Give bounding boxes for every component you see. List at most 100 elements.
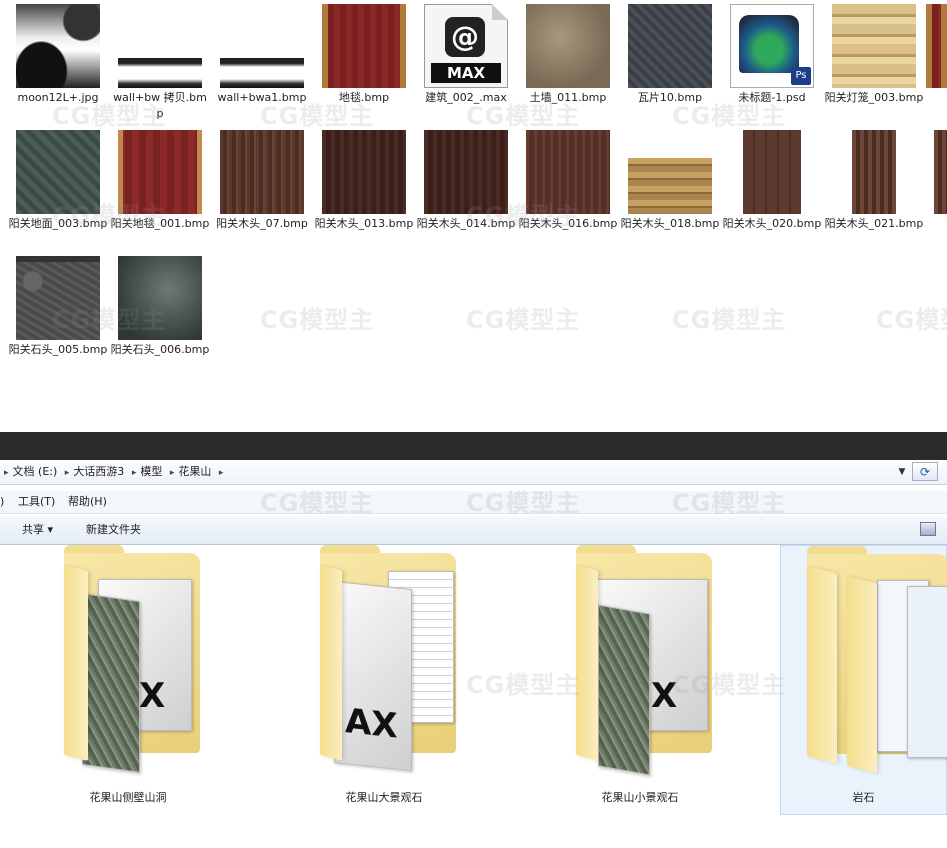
folder-front-icon <box>807 566 837 764</box>
image-thumbnail <box>526 130 610 214</box>
file-name: wall+bw 拷贝.bmp <box>113 91 207 120</box>
menu-item-partial[interactable]: ) <box>0 491 4 513</box>
file-name: moon12L+.jpg <box>17 91 99 104</box>
breadcrumb-chevron-icon[interactable]: ▸ <box>219 461 224 485</box>
file-item[interactable]: 阳关木头_016.bmp <box>518 130 618 232</box>
file-item[interactable]: wall+bwa1.bmp <box>212 4 312 106</box>
image-thumbnail <box>852 130 896 214</box>
image-thumbnail <box>220 130 304 214</box>
image-thumbnail <box>118 256 202 340</box>
image-thumbnail <box>16 130 100 214</box>
file-item[interactable]: 阳关木头_021.bmp <box>824 130 924 232</box>
file-item[interactable]: moon12L+.jpg <box>8 4 108 106</box>
new-folder-button[interactable]: 新建文件夹 <box>86 516 141 544</box>
psd-artwork <box>739 15 799 73</box>
breadcrumb-item[interactable]: 花果山 <box>178 460 211 484</box>
file-item[interactable]: 阳关地面_003.bmp <box>8 130 108 232</box>
folder-grid: X 花果山侧壁山洞 AX 花果山大景观石 X 花果山小景观石 岩石 CG模型主 … <box>0 489 947 848</box>
document-preview <box>907 586 947 758</box>
file-item[interactable]: @ MAX 建筑_002_.max <box>416 4 516 106</box>
file-item[interactable]: 阳关木头_013.bmp <box>314 130 414 232</box>
file-name: 阳关石头_005.bmp <box>8 343 108 356</box>
folder-name: 花果山侧壁山洞 <box>89 791 167 804</box>
file-name: 未标题-1.psd <box>738 91 806 104</box>
file-item[interactable]: 阳关木头_018.bmp <box>620 130 720 232</box>
file-item[interactable]: 阳关木头_07.bmp <box>212 130 312 232</box>
photoshop-badge-icon: Ps <box>791 67 811 85</box>
max-file-preview: AX <box>334 580 412 772</box>
folder-name: 花果山大景观石 <box>345 791 423 804</box>
breadcrumb-chevron-icon[interactable]: ▸ <box>170 461 175 485</box>
view-options-icon[interactable] <box>920 522 936 536</box>
file-item[interactable]: 阳关地毯_001.bmp <box>110 130 210 232</box>
address-dropdown-icon[interactable]: ▼ <box>896 460 908 484</box>
file-item[interactable]: 阳关木头_020.bmp <box>722 130 822 232</box>
breadcrumb-chevron-icon[interactable]: ▸ <box>132 461 137 485</box>
file-name: 地毯.bmp <box>338 91 390 104</box>
image-thumbnail <box>424 130 508 214</box>
file-name: 阳关木头_021.bmp <box>824 217 924 230</box>
breadcrumb-chevron-icon[interactable]: ▸ <box>4 461 9 485</box>
file-item-partial[interactable] <box>926 4 947 88</box>
menu-item-help[interactable]: 帮助(H) <box>68 491 107 513</box>
watermark: CG模型主 <box>672 306 787 334</box>
image-thumbnail <box>118 58 202 88</box>
image-thumbnail <box>322 4 406 88</box>
texture-preview <box>598 604 650 776</box>
folder-front-icon <box>576 565 598 761</box>
breadcrumb-item[interactable]: 模型 <box>140 460 162 484</box>
image-thumbnail <box>628 158 712 214</box>
menu-item-tools[interactable]: 工具(T) <box>18 491 55 513</box>
file-name: 瓦片10.bmp <box>637 91 703 104</box>
explorer-window: ▸ 文档 (E:) ▸ 大话西游3 ▸ 模型 ▸ 花果山 ▸ ▼ ⟳ ) 工具(T) 帮… <box>0 460 947 848</box>
image-thumbnail <box>743 130 801 214</box>
watermark: CG模型主 <box>260 306 375 334</box>
max-logo-icon: @ <box>445 17 485 57</box>
folder-front-icon <box>64 565 88 761</box>
file-name: 阳关地面_003.bmp <box>8 217 108 230</box>
share-button[interactable]: 共享 ▾ <box>22 516 53 544</box>
file-item[interactable]: 阳关石头_005.bmp <box>8 256 108 358</box>
folder-name: 花果山小景观石 <box>601 791 679 804</box>
folder-item[interactable]: X 花果山侧壁山洞 <box>28 545 228 815</box>
screenshot-separator <box>0 432 947 460</box>
file-item-partial[interactable] <box>926 130 947 214</box>
file-name: 阳关木头_016.bmp <box>518 217 618 230</box>
file-item[interactable]: wall+bw 拷贝.bmp <box>110 4 210 122</box>
file-thumbnail-pane: moon12L+.jpg wall+bw 拷贝.bmp wall+bwa1.bm… <box>0 0 947 432</box>
folder-front-icon <box>320 565 342 761</box>
folder-item-selected[interactable]: 岩石 <box>780 545 947 815</box>
address-bar[interactable]: ▸ 文档 (E:) ▸ 大话西游3 ▸ 模型 ▸ 花果山 ▸ ▼ ⟳ <box>0 460 947 485</box>
image-thumbnail <box>832 4 916 88</box>
folder-item[interactable]: X 花果山小景观石 <box>540 545 740 815</box>
file-name: 阳关木头_020.bmp <box>722 217 822 230</box>
breadcrumb-chevron-icon[interactable]: ▸ <box>65 461 70 485</box>
file-item[interactable]: 地毯.bmp <box>314 4 414 106</box>
file-name: 建筑_002_.max <box>425 91 507 104</box>
max-file-icon: @ MAX <box>424 4 508 88</box>
image-thumbnail <box>934 130 947 214</box>
image-thumbnail <box>220 58 304 88</box>
file-item[interactable]: 阳关石头_006.bmp <box>110 256 210 358</box>
file-item[interactable]: 瓦片10.bmp <box>620 4 720 106</box>
file-item[interactable]: 阳关木头_014.bmp <box>416 130 516 232</box>
file-name: 土墙_011.bmp <box>529 91 607 104</box>
file-item[interactable]: 土墙_011.bmp <box>518 4 618 106</box>
image-thumbnail <box>16 4 100 88</box>
folder-divider-icon <box>847 576 877 774</box>
file-name: 阳关石头_006.bmp <box>110 343 210 356</box>
image-thumbnail <box>118 130 202 214</box>
file-name: 阳关木头_07.bmp <box>216 217 308 230</box>
file-name: 阳关木头_013.bmp <box>314 217 414 230</box>
file-item[interactable]: Ps 未标题-1.psd <box>722 4 822 106</box>
file-item[interactable]: 阳关灯笼_003.bmp <box>824 4 924 106</box>
image-thumbnail <box>628 4 712 88</box>
folder-item[interactable]: AX 花果山大景观石 <box>284 545 484 815</box>
psd-file-icon: Ps <box>730 4 814 88</box>
command-bar: 共享 ▾ 新建文件夹 <box>0 516 947 545</box>
breadcrumb: ▸ 文档 (E:) ▸ 大话西游3 ▸ 模型 ▸ 花果山 ▸ <box>4 460 227 485</box>
refresh-button[interactable]: ⟳ <box>912 462 938 481</box>
image-thumbnail <box>526 4 610 88</box>
breadcrumb-item[interactable]: 大话西游3 <box>73 460 124 484</box>
breadcrumb-item[interactable]: 文档 (E:) <box>13 460 58 484</box>
